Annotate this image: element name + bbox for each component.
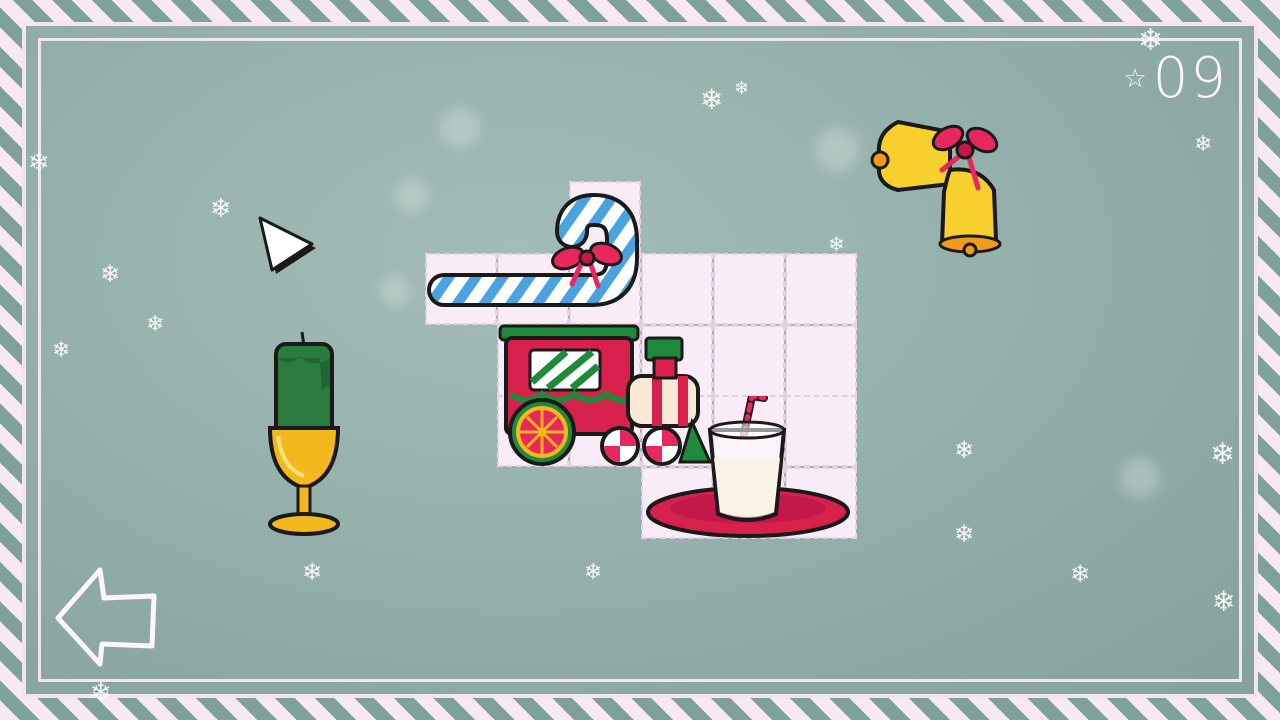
bokeh-light xyxy=(1120,458,1160,498)
snowflake-icon: ❄ xyxy=(100,260,121,288)
snowflake-icon: ❄ xyxy=(146,312,165,337)
level-counter: ☆ 09 xyxy=(1123,46,1228,112)
back-arrow-icon xyxy=(55,567,157,667)
milk-glass-piece[interactable] xyxy=(644,396,854,540)
pointer-cursor-icon xyxy=(258,216,316,274)
candy-cane-piece[interactable] xyxy=(422,192,644,320)
candle-piece[interactable] xyxy=(264,328,344,540)
snowflake-icon: ❄ xyxy=(584,560,603,585)
snowflake-icon: ❄ xyxy=(828,232,845,256)
snowflake-icon: ❄ xyxy=(52,338,71,363)
bokeh-light xyxy=(380,276,410,306)
snowflake-icon: ❄ xyxy=(210,194,232,224)
snowflake-icon: ❄ xyxy=(1070,560,1091,588)
bokeh-light xyxy=(440,108,480,148)
star-icon: ☆ xyxy=(1123,64,1147,94)
snowflake-icon: ❄ xyxy=(90,678,112,708)
jingle-bells-piece[interactable] xyxy=(870,110,1018,260)
snowflake-icon: ❄ xyxy=(302,558,323,586)
snowflake-icon: ❄ xyxy=(1212,585,1236,618)
snowflake-icon: ❄ xyxy=(1194,132,1213,157)
snowflake-icon: ❄ xyxy=(954,520,975,548)
level-number: 09 xyxy=(1152,46,1228,111)
snowflake-icon: ❄ xyxy=(700,83,724,116)
snowflake-icon: ❄ xyxy=(28,148,50,178)
bokeh-light xyxy=(815,128,859,172)
snowflake-icon: ❄ xyxy=(954,436,975,464)
snowflake-icon: ❄ xyxy=(1210,437,1236,472)
snowflake-icon: ❄ xyxy=(734,78,750,99)
back-button[interactable] xyxy=(54,566,158,670)
